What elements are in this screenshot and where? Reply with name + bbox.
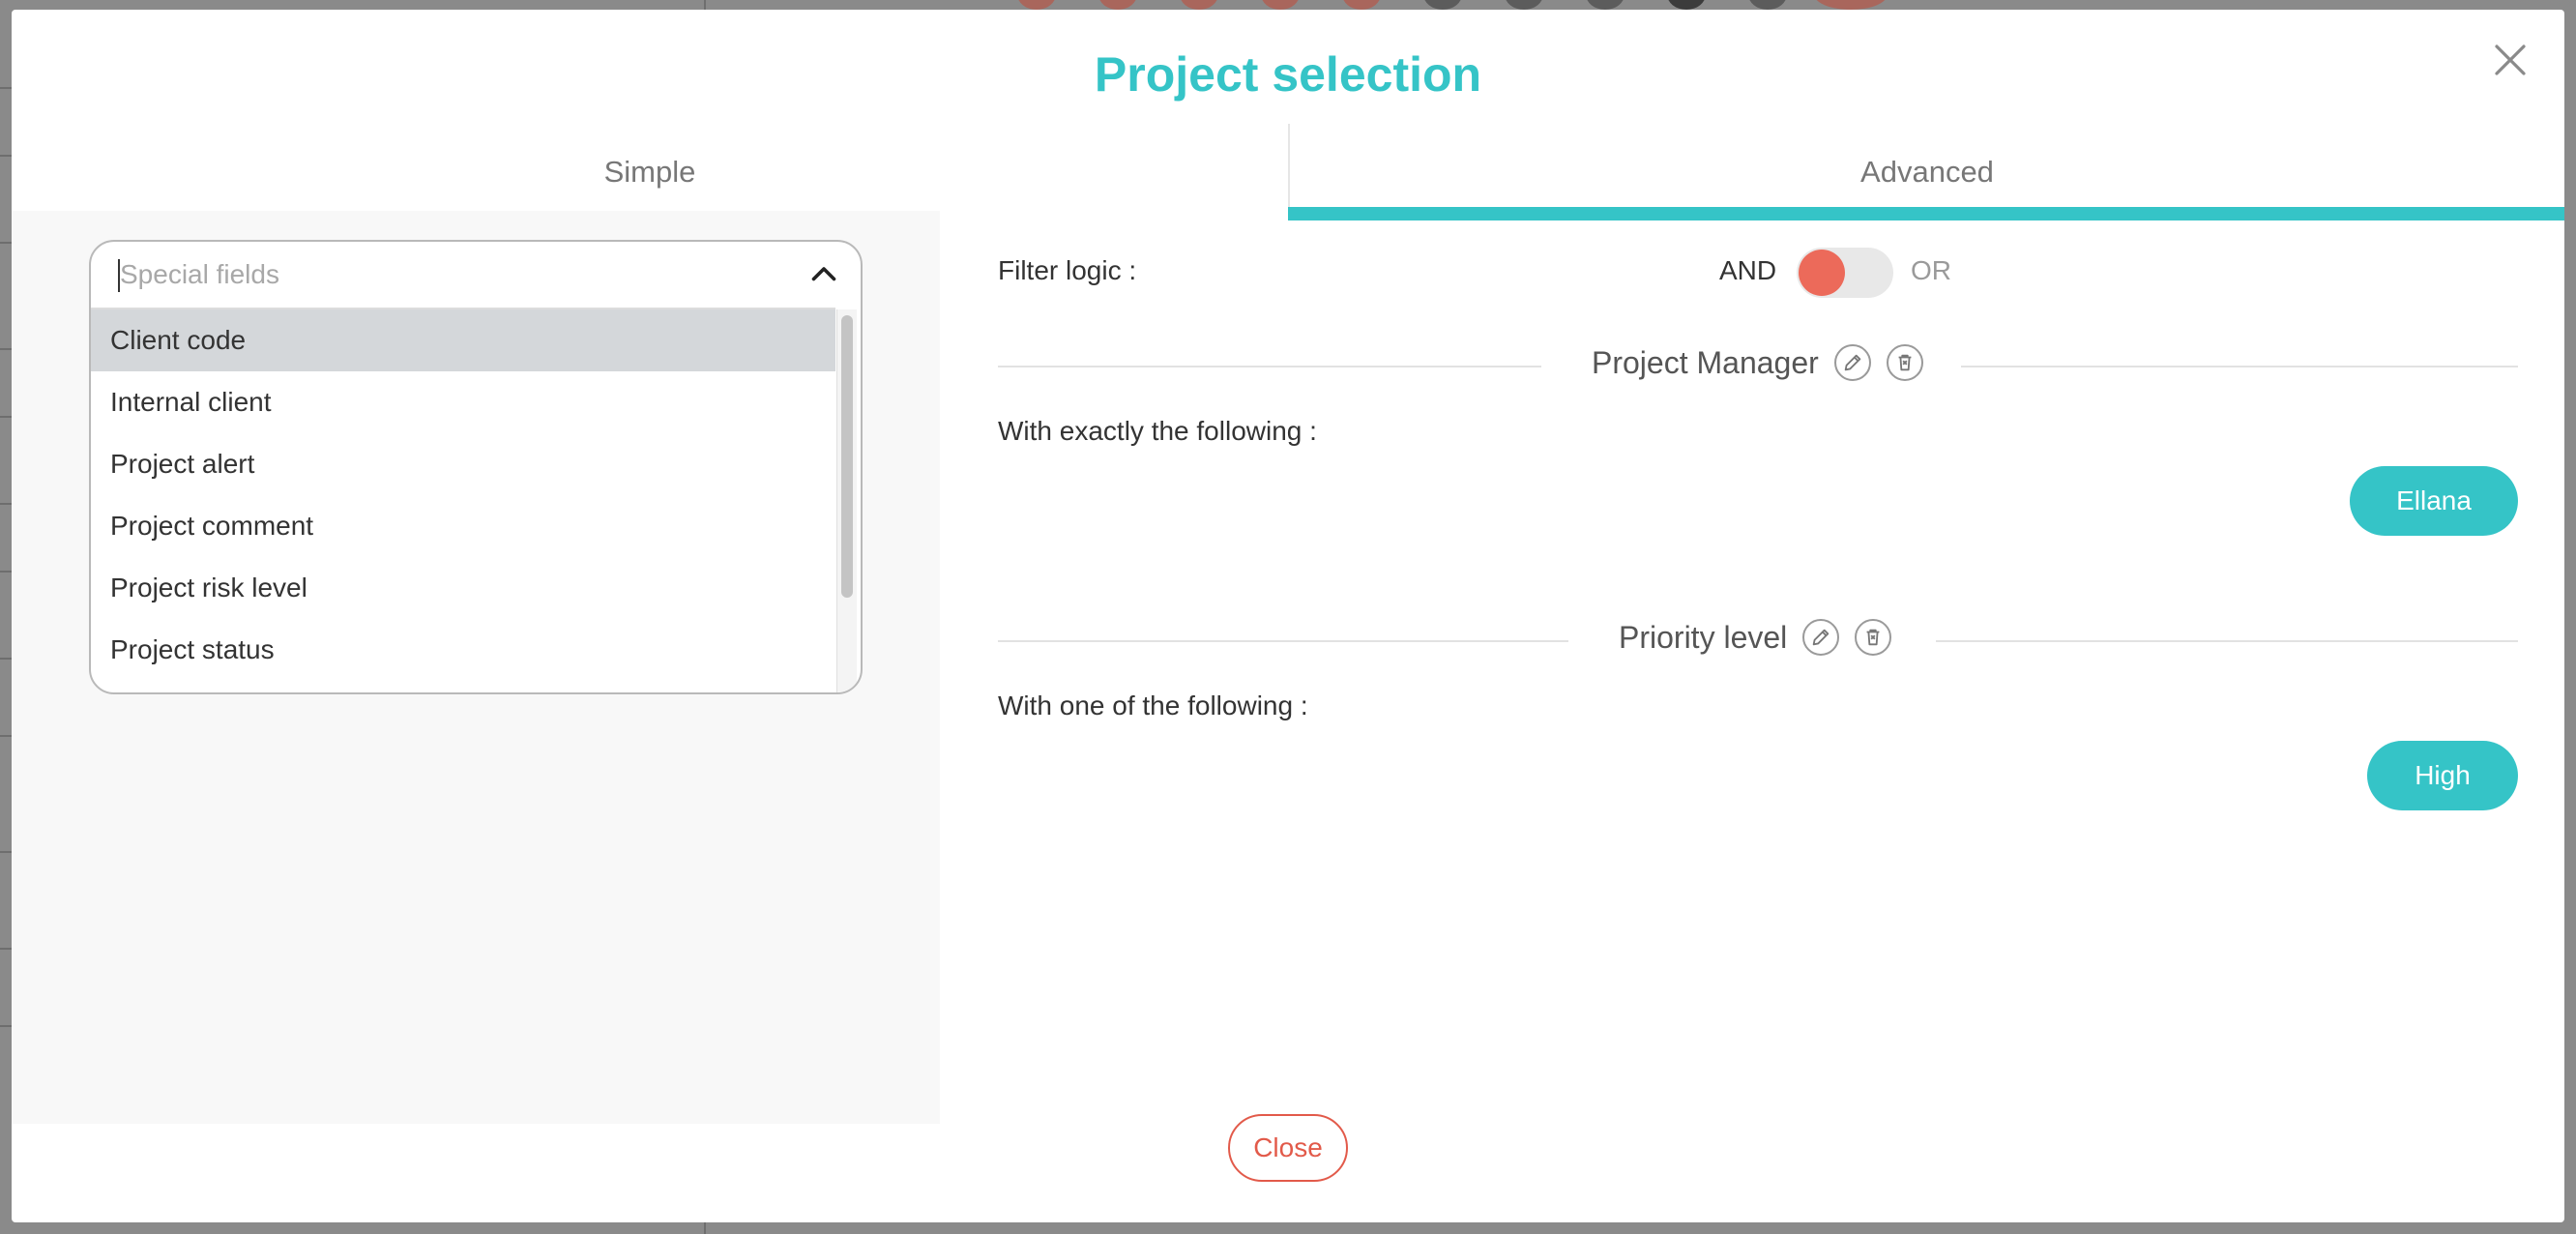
option-project-comment[interactable]: Project comment bbox=[91, 495, 835, 557]
close-button[interactable]: Close bbox=[1228, 1114, 1348, 1182]
filter-logic-toggle[interactable] bbox=[1797, 248, 1893, 298]
criteria-panel: Filter logic : AND OR Project Manager Wi… bbox=[998, 211, 2526, 1124]
section-divider bbox=[1936, 640, 2518, 642]
options-scrollbar[interactable] bbox=[836, 309, 857, 692]
background-avatar bbox=[1261, 0, 1300, 10]
background-divider bbox=[0, 571, 12, 573]
toggle-knob bbox=[1799, 250, 1845, 296]
trash-icon[interactable] bbox=[1855, 619, 1892, 656]
background-avatar bbox=[1748, 0, 1787, 10]
section-divider bbox=[1961, 366, 2518, 367]
background-divider bbox=[0, 658, 12, 660]
criterion-title: Priority level bbox=[1619, 619, 1788, 655]
background-avatar bbox=[1586, 0, 1625, 10]
background-divider bbox=[0, 87, 12, 89]
background-avatar bbox=[1505, 0, 1543, 10]
background-avatar bbox=[1423, 0, 1462, 10]
background-divider bbox=[0, 242, 12, 244]
value-chip[interactable]: High bbox=[2367, 741, 2518, 810]
background-avatar bbox=[1180, 0, 1218, 10]
modal-title: Project selection bbox=[1094, 47, 1482, 102]
criterion-title: Project Manager bbox=[1592, 344, 1819, 380]
criterion-header: Priority level bbox=[1619, 619, 1892, 656]
project-selection-modal: Project selection Simple Advanced Client… bbox=[12, 10, 2564, 1222]
background-avatar bbox=[1342, 0, 1381, 10]
tab-simple[interactable]: Simple bbox=[12, 124, 1288, 220]
filter-logic-label: Filter logic : bbox=[998, 255, 1137, 285]
and-label: AND bbox=[1719, 255, 1777, 285]
background-avatar bbox=[1667, 0, 1706, 10]
criterion-description: With one of the following : bbox=[998, 690, 1308, 720]
background-divider bbox=[0, 155, 12, 157]
tab-bar: Simple Advanced bbox=[12, 124, 2564, 220]
option-project-risk-level[interactable]: Project risk level bbox=[91, 557, 835, 619]
special-fields-panel: Client code Internal client Project aler… bbox=[12, 211, 940, 1124]
background-divider bbox=[0, 948, 12, 950]
background-avatar bbox=[1814, 0, 1888, 10]
background-divider bbox=[0, 735, 12, 737]
criterion-header: Project Manager bbox=[1592, 344, 1923, 381]
value-chip[interactable]: Ellana bbox=[2350, 466, 2518, 536]
background-divider bbox=[0, 416, 12, 418]
tab-advanced[interactable]: Advanced bbox=[1288, 124, 2564, 220]
background-divider bbox=[0, 1025, 12, 1027]
trash-icon[interactable] bbox=[1886, 344, 1923, 381]
close-icon[interactable] bbox=[2487, 37, 2533, 83]
background-divider bbox=[0, 851, 12, 853]
option-project-status[interactable]: Project status bbox=[91, 619, 835, 681]
background-avatar bbox=[1098, 0, 1137, 10]
option-client-code[interactable]: Client code bbox=[91, 309, 835, 371]
or-label: OR bbox=[1911, 255, 1951, 285]
chevron-up-icon[interactable] bbox=[806, 257, 841, 292]
option-internal-client[interactable]: Internal client bbox=[91, 371, 835, 433]
background-divider bbox=[0, 348, 12, 350]
option-project-alert[interactable]: Project alert bbox=[91, 433, 835, 495]
background-avatar bbox=[1017, 0, 1056, 10]
special-fields-options: Client code Internal client Project aler… bbox=[91, 308, 835, 692]
section-divider bbox=[998, 366, 1541, 367]
criterion-description: With exactly the following : bbox=[998, 416, 1317, 446]
edit-icon[interactable] bbox=[1802, 619, 1840, 656]
scrollbar-thumb[interactable] bbox=[841, 315, 853, 598]
edit-icon[interactable] bbox=[1833, 344, 1871, 381]
background-divider bbox=[0, 503, 12, 505]
special-fields-input[interactable] bbox=[91, 242, 861, 308]
special-fields-dropdown: Client code Internal client Project aler… bbox=[89, 240, 863, 694]
section-divider bbox=[998, 640, 1568, 642]
